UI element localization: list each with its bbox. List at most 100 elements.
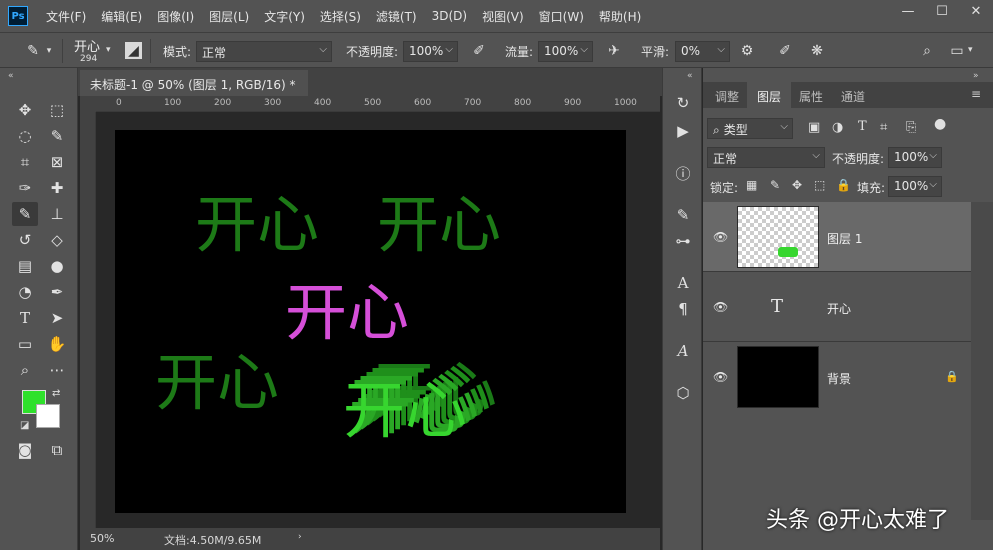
- airbrush-icon[interactable]: ✈: [605, 42, 623, 60]
- zoom-tool-icon[interactable]: ⌕: [12, 358, 38, 382]
- brush-tool-icon[interactable]: ✎: [12, 202, 38, 226]
- menu-filter[interactable]: 滤镜(T): [376, 8, 417, 25]
- swap-colors-icon[interactable]: ⇄: [52, 388, 60, 399]
- layer-row[interactable]: 👁 背景 🔒: [703, 342, 971, 412]
- blur-tool-icon[interactable]: ●: [44, 254, 70, 278]
- tab-layers[interactable]: 图层: [747, 82, 792, 108]
- menu-window[interactable]: 窗口(W): [539, 8, 584, 25]
- canvas[interactable]: 开心 开心 开心 开心 开心: [115, 130, 626, 513]
- type-tool-icon[interactable]: T: [12, 306, 38, 330]
- character-icon[interactable]: A: [671, 272, 695, 294]
- minimize-button[interactable]: —: [891, 0, 925, 22]
- move-tool-icon[interactable]: ✥: [12, 98, 38, 122]
- menu-file[interactable]: 文件(F): [46, 8, 86, 25]
- frame-tool-icon[interactable]: ⊠: [44, 150, 70, 174]
- lock-all-icon[interactable]: 🔒: [836, 178, 851, 192]
- horizontal-ruler[interactable]: 0 100 200 300 400 500 600 700 800 900 10…: [96, 96, 660, 112]
- close-window-button[interactable]: ✕: [959, 0, 993, 22]
- actions-play-icon[interactable]: ▶: [671, 120, 695, 142]
- fill-field[interactable]: 100% ⌵: [888, 176, 942, 197]
- more-tools-icon[interactable]: ⋯: [44, 358, 70, 382]
- eye-icon[interactable]: 👁: [713, 300, 728, 314]
- eye-icon[interactable]: 👁: [713, 370, 728, 384]
- menu-help[interactable]: 帮助(H): [599, 8, 641, 25]
- workspace-icon[interactable]: ▭: [948, 42, 966, 60]
- maximize-button[interactable]: ☐: [925, 0, 959, 22]
- lasso-tool-icon[interactable]: ◌: [12, 124, 38, 148]
- chevron-right-icon[interactable]: ›: [298, 532, 302, 542]
- filter-smart-object-icon[interactable]: ⎘: [906, 120, 916, 135]
- menu-edit[interactable]: 编辑(E): [101, 8, 142, 25]
- tab-channels[interactable]: 通道: [831, 82, 875, 108]
- rectangle-tool-icon[interactable]: ▭: [12, 332, 38, 356]
- background-color-swatch[interactable]: [36, 404, 60, 428]
- gradient-tool-icon[interactable]: ▤: [12, 254, 38, 278]
- flow-field[interactable]: 100% ⌵: [538, 41, 593, 62]
- dodge-tool-icon[interactable]: ◔: [12, 280, 38, 304]
- filter-adjustment-icon[interactable]: ◑: [832, 120, 843, 135]
- search-icon[interactable]: ⌕: [918, 42, 936, 60]
- screen-mode-icon[interactable]: ⧉: [44, 438, 70, 462]
- glyphs-icon[interactable]: A: [671, 340, 695, 362]
- layer-filter-select[interactable]: ⌕ 类型 ⌵: [707, 118, 793, 139]
- panel-menu-icon[interactable]: ≡: [971, 87, 981, 101]
- collapse-icon[interactable]: «: [8, 71, 14, 81]
- brush-settings-icon[interactable]: ✎: [671, 204, 695, 226]
- layers-scrollbar[interactable]: [971, 202, 993, 520]
- eyedropper-tool-icon[interactable]: ✑: [12, 176, 38, 200]
- marquee-tool-icon[interactable]: ⬚: [44, 98, 70, 122]
- brush-preset-picker[interactable]: 开心: [74, 36, 100, 55]
- adjustments-sliders-icon[interactable]: ⊶: [671, 230, 695, 252]
- filter-shape-icon[interactable]: ⌗: [880, 120, 887, 135]
- collapse-icon[interactable]: »: [973, 71, 979, 81]
- tab-properties[interactable]: 属性: [789, 82, 833, 108]
- filter-type-icon[interactable]: T: [858, 119, 867, 134]
- document-tab[interactable]: 未标题-1 @ 50% (图层 1, RGB/16) * ×: [80, 70, 308, 107]
- healing-brush-tool-icon[interactable]: ✚: [44, 176, 70, 200]
- blend-mode-select[interactable]: 正常 ⌵: [707, 147, 825, 168]
- ruler-origin[interactable]: [80, 96, 96, 112]
- pressure-size-icon[interactable]: ✐: [776, 42, 794, 60]
- tab-adjustments[interactable]: 调整: [705, 82, 749, 108]
- menu-layer[interactable]: 图层(L): [209, 8, 249, 25]
- zoom-level[interactable]: 50%: [90, 532, 114, 545]
- path-select-tool-icon[interactable]: ➤: [44, 306, 70, 330]
- chevron-down-icon[interactable]: ▾: [968, 45, 973, 55]
- gear-icon[interactable]: ⚙: [738, 42, 756, 60]
- collapse-icon[interactable]: «: [687, 71, 693, 81]
- eraser-tool-icon[interactable]: ◇: [44, 228, 70, 252]
- pressure-opacity-icon[interactable]: ✐: [470, 42, 488, 60]
- lock-artboard-icon[interactable]: ⬚: [814, 178, 825, 192]
- opacity-field[interactable]: 100% ⌵: [403, 41, 458, 62]
- lock-pixels-icon[interactable]: ✎: [770, 178, 780, 192]
- filter-toggle-icon[interactable]: ●: [934, 116, 946, 132]
- layer-opacity-field[interactable]: 100% ⌵: [888, 147, 942, 168]
- menu-select[interactable]: 选择(S): [320, 8, 361, 25]
- menu-view[interactable]: 视图(V): [482, 8, 524, 25]
- layer-row[interactable]: 👁 T 开心: [703, 272, 971, 342]
- layer-row[interactable]: 👁 图层 1: [703, 202, 971, 272]
- hand-tool-icon[interactable]: ✋: [44, 332, 70, 356]
- chevron-down-icon[interactable]: ▾: [106, 45, 111, 55]
- filter-pixel-icon[interactable]: ▣: [808, 120, 820, 135]
- smoothing-field[interactable]: 0% ⌵: [675, 41, 730, 62]
- clone-stamp-tool-icon[interactable]: ⊥: [44, 202, 70, 226]
- pen-tool-icon[interactable]: ✒: [44, 280, 70, 304]
- quick-mask-icon[interactable]: ◙: [12, 438, 38, 462]
- history-brush-tool-icon[interactable]: ↺: [12, 228, 38, 252]
- 3d-cube-icon[interactable]: ⬡: [671, 382, 695, 404]
- lock-position-icon[interactable]: ✥: [792, 178, 802, 192]
- lock-transparency-icon[interactable]: ▦: [746, 178, 757, 192]
- history-icon[interactable]: ↻: [671, 92, 695, 114]
- menu-image[interactable]: 图像(I): [157, 8, 194, 25]
- quick-select-tool-icon[interactable]: ✎: [44, 124, 70, 148]
- menu-3d[interactable]: 3D(D): [432, 9, 467, 23]
- mode-select[interactable]: 正常 ⌵: [196, 41, 332, 62]
- paragraph-icon[interactable]: ¶: [671, 298, 695, 320]
- brush-settings-icon[interactable]: ◢: [125, 42, 142, 59]
- chevron-down-icon[interactable]: ▾: [40, 42, 58, 60]
- vertical-ruler[interactable]: [80, 112, 96, 528]
- symmetry-icon[interactable]: ❋: [808, 42, 826, 60]
- default-colors-icon[interactable]: ◪: [20, 420, 29, 431]
- eye-icon[interactable]: 👁: [713, 230, 728, 244]
